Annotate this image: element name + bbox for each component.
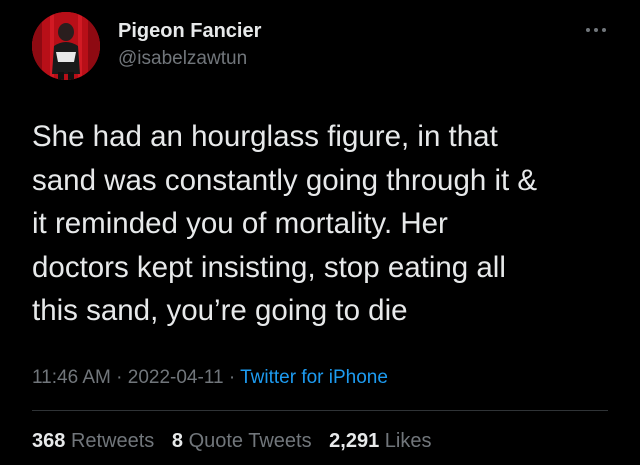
retweets-stat[interactable]: 368 Retweets [32,430,160,452]
likes-label: Likes [384,430,432,452]
engagement-stats: 368 Retweets 8 Quote Tweets 2,291 Likes [32,430,444,453]
tweet-meta: 11:46 AM · 2022-04-11 · Twitter for iPho… [32,367,388,389]
user-handle[interactable]: @isabelzawtun [118,48,247,70]
tweet-card: Pigeon Fancier @isabelzawtun She had an … [0,0,640,465]
meta-separator: · [116,367,123,388]
tweet-date[interactable]: 2022-04-11 [128,367,224,388]
tweet-time[interactable]: 11:46 AM [32,367,111,388]
tweet-text: She had an hourglass figure, in that san… [32,120,538,327]
divider [32,410,608,411]
likes-count: 2,291 [329,430,380,452]
retweets-count: 368 [32,430,66,452]
display-name[interactable]: Pigeon Fancier [118,20,261,43]
meta-separator: · [228,367,236,388]
likes-stat[interactable]: 2,291 Likes [329,430,431,452]
quote-tweets-count: 8 [171,430,183,452]
more-horizontal-icon[interactable] [585,22,607,32]
quote-tweets-stat[interactable]: 8 Quote Tweets [172,430,317,452]
quote-tweets-label: Quote Tweets [188,430,312,452]
tweet-source-link[interactable]: Twitter for iPhone [240,367,388,388]
retweets-label: Retweets [70,430,155,452]
avatar[interactable] [32,12,100,80]
